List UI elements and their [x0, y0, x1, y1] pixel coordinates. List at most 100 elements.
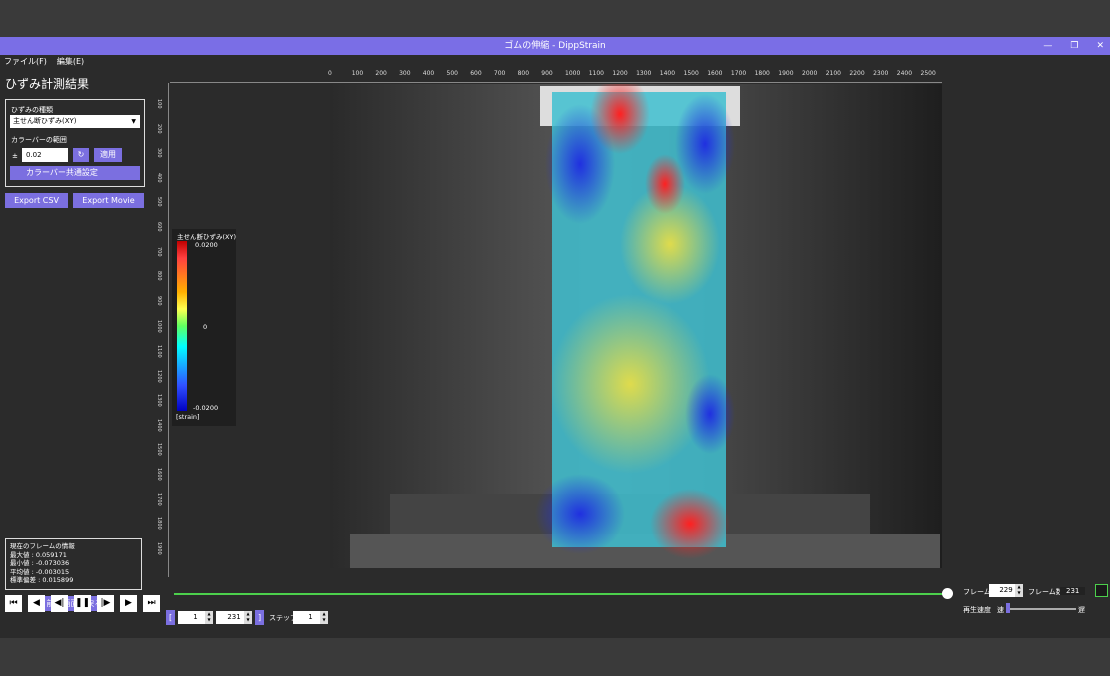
- skip-forward-icon: ⏭: [147, 598, 156, 608]
- play-icon: ▶: [125, 598, 132, 608]
- export-movie-button[interactable]: Export Movie: [73, 193, 144, 208]
- ruler-top-tick: 500: [446, 70, 458, 77]
- colorbar-common-settings-button[interactable]: カラーバー共通設定: [10, 166, 140, 180]
- plus-minus-label: ±: [12, 152, 18, 160]
- ruler-top-tick: 1200: [612, 70, 628, 77]
- play-back-icon: ◀: [33, 598, 40, 608]
- ruler-top-tick: 700: [493, 70, 506, 77]
- step-forward-button[interactable]: |▶: [97, 595, 114, 612]
- frame-count-value: 231: [1060, 587, 1086, 595]
- ruler-top-tick: 1400: [659, 70, 676, 77]
- ruler-top-tick: 2300: [873, 70, 889, 77]
- ruler-left-tick: 1100: [156, 345, 162, 358]
- pause-button[interactable]: ❚❚: [74, 595, 91, 612]
- spin-arrows-icon[interactable]: ▲ ▼: [320, 611, 328, 624]
- ruler-left-tick: 1600: [156, 468, 162, 481]
- chevron-down-icon: ▼: [131, 118, 136, 125]
- minimize-icon[interactable]: —: [1043, 37, 1052, 55]
- step-input[interactable]: 1 ▲ ▼: [293, 611, 328, 624]
- ruler-top-tick: 2000: [802, 70, 818, 77]
- window-title: ゴムの伸縮 - DippStrain: [504, 41, 606, 51]
- ruler-left-tick: 900: [156, 295, 162, 306]
- speed-slider-knob[interactable]: [1006, 603, 1010, 613]
- range-input[interactable]: 0.02: [22, 148, 68, 162]
- colorbar-zero: 0: [203, 323, 208, 331]
- prev-frame-button[interactable]: ◀: [28, 595, 45, 612]
- ruler-top-tick: 800: [517, 70, 530, 77]
- ruler-top-tick: 1800: [754, 70, 770, 77]
- colorbar-max: 0.0200: [195, 241, 218, 249]
- speed-slider[interactable]: [1006, 608, 1076, 610]
- pause-icon: ❚❚: [74, 598, 91, 608]
- ruler-top: 0 100 200 300 400 500 600 700 800 900 1000 1100 1200…: [170, 69, 942, 83]
- strain-type-label: ひずみの種類: [11, 106, 53, 114]
- ruler-left-tick: 500: [156, 197, 162, 207]
- left-panel: ひずみ計測結果 ひずみの種類 主せん断ひずみ(XY) ▼ カラーバーの範囲 ± 0…: [0, 73, 150, 618]
- frame-slider[interactable]: [174, 593, 949, 595]
- apply-button[interactable]: 適用: [94, 148, 122, 162]
- specimen-image: [330, 84, 942, 568]
- ruler-left-tick: 1300: [156, 394, 162, 407]
- ruler-left-tick: 1000: [156, 320, 162, 334]
- close-icon[interactable]: ✕: [1096, 37, 1104, 55]
- ruler-top-tick: 2200: [849, 70, 865, 77]
- refresh-icon: ↻: [77, 150, 85, 159]
- ruler-top-tick: 1700: [730, 70, 747, 77]
- colorbar-gradient: [177, 241, 187, 411]
- frame-info-box: 現在のフレームの情報 最大値 : 0.059171 最小値 : -0.07303…: [5, 538, 142, 590]
- frame-slider-knob[interactable]: [942, 588, 953, 599]
- ruler-left-tick: 1700: [156, 492, 162, 506]
- skip-back-icon: ⏮: [9, 598, 18, 608]
- step-value: 1: [308, 613, 313, 621]
- colorbar-range-label: カラーバーの範囲: [11, 136, 67, 144]
- range-end-input[interactable]: 231 ▲ ▼: [216, 611, 252, 624]
- spin-arrows-icon[interactable]: ▲ ▼: [244, 611, 252, 624]
- step-back-button[interactable]: ◀|: [51, 595, 68, 612]
- range-end-value: 231: [227, 613, 241, 621]
- step-back-icon: ◀|: [54, 598, 65, 608]
- frame-input[interactable]: 229 ▲ ▼: [989, 584, 1023, 597]
- first-frame-button[interactable]: ⏮: [5, 595, 22, 612]
- range-start-input[interactable]: 1 ▲ ▼: [178, 611, 213, 624]
- strain-image: [330, 84, 942, 568]
- monitor-icon[interactable]: [1095, 584, 1108, 597]
- strain-type-select[interactable]: 主せん断ひずみ(XY) ▼: [10, 115, 140, 128]
- frame-info-mean: 平均値 : -0.003015: [10, 567, 70, 576]
- play-button[interactable]: ▶: [120, 595, 137, 612]
- ruler-top-tick: 1500: [683, 70, 699, 77]
- colorbar-min: -0.0200: [193, 404, 219, 412]
- colorbar-common-settings-label: カラーバー共通設定: [26, 168, 98, 177]
- panel-title: ひずみ計測結果: [5, 77, 90, 91]
- refresh-button[interactable]: ↻: [73, 148, 89, 162]
- ruler-top-tick: 2100: [825, 70, 841, 77]
- ruler-top-tick: 1300: [636, 70, 652, 77]
- colorbar-unit: [strain]: [176, 413, 200, 421]
- menu-file[interactable]: ファイル(F): [4, 55, 47, 69]
- speed-slow-label: 遅: [1078, 606, 1085, 614]
- last-frame-button[interactable]: ⏭: [143, 595, 160, 612]
- ruler-top-tick: 900: [541, 70, 553, 77]
- ruler-top-tick: 1100: [588, 70, 604, 77]
- spin-arrows-icon[interactable]: ▲ ▼: [1015, 584, 1023, 597]
- ruler-left-tick: 600: [156, 222, 162, 232]
- step-forward-icon: |▶: [100, 598, 111, 608]
- range-start-value: 1: [193, 613, 198, 621]
- ruler-top-tick: 1900: [778, 70, 794, 77]
- ruler-top-tick: 1600: [707, 70, 723, 77]
- range-start-button[interactable]: [: [166, 610, 175, 625]
- maximize-icon[interactable]: ❐: [1070, 37, 1078, 55]
- range-end-button[interactable]: ]: [255, 610, 264, 625]
- settings-box: ひずみの種類 主せん断ひずみ(XY) ▼ カラーバーの範囲 ± 0.02 ↻ 適用…: [5, 99, 145, 187]
- ruler-top-tick: 300: [399, 70, 411, 77]
- ruler-left-tick: 1400: [156, 418, 162, 432]
- ruler-left-tick: 100: [156, 99, 162, 109]
- menu-bar: ファイル(F) 編集(E): [0, 55, 84, 69]
- ruler-top-tick: 400: [422, 70, 435, 77]
- app-window: ゴムの伸縮 - DippStrain — ❐ ✕ ファイル(F) 編集(E) ひ…: [0, 37, 1110, 638]
- spin-arrows-icon[interactable]: ▲ ▼: [205, 611, 213, 624]
- ruler-left-tick: 1500: [156, 443, 162, 457]
- menu-edit[interactable]: 編集(E): [57, 55, 84, 69]
- strain-type-value: 主せん断ひずみ(XY): [13, 117, 77, 125]
- frame-count-label: フレーム数: [1028, 588, 1063, 596]
- export-csv-button[interactable]: Export CSV: [5, 193, 68, 208]
